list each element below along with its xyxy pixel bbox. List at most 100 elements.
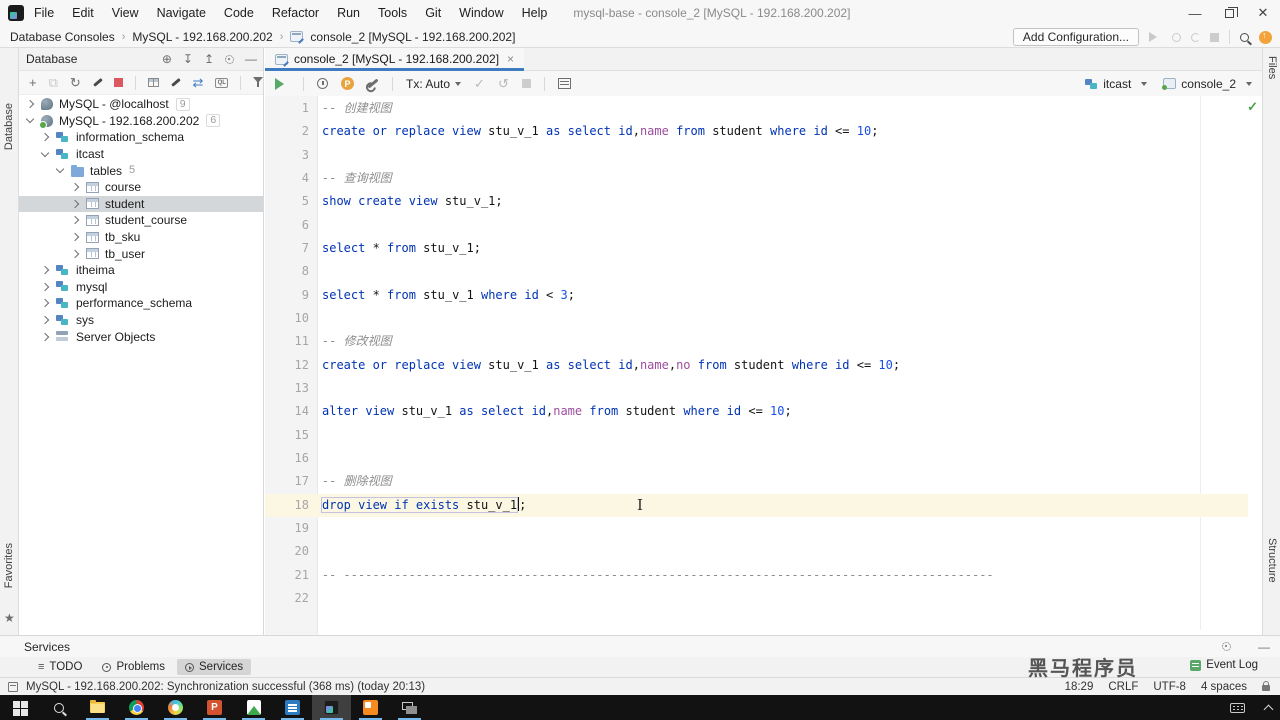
taskbar-button-monitors[interactable] (390, 695, 429, 720)
breadcrumb-item-1[interactable]: MySQL - 192.168.200.202 (132, 30, 272, 44)
menu-refactor[interactable]: Refactor (272, 6, 319, 20)
locate-icon[interactable]: ⊕ (162, 52, 172, 66)
query-console-icon[interactable]: QL (215, 77, 229, 88)
settings-gear-icon[interactable] (225, 54, 234, 64)
add-datasource-icon[interactable]: + (29, 75, 37, 90)
tree-item-student-course[interactable]: student_course (19, 212, 263, 229)
tool-window-tab-todo[interactable]: ≡ TODO (30, 659, 90, 675)
tree-item-mysql-localhost[interactable]: MySQL - @localhost 9 (19, 96, 263, 113)
line-ending[interactable]: CRLF (1108, 681, 1138, 693)
readonly-lock-icon[interactable] (1262, 681, 1270, 691)
filter-icon[interactable] (253, 77, 264, 88)
parameters-icon[interactable]: P (341, 77, 354, 90)
tree-item-course[interactable]: course (19, 179, 263, 196)
tree-item-mysql-192-168-200-202[interactable]: MySQL - 192.168.200.202 6 (19, 113, 263, 130)
tx-mode-select[interactable]: Tx: Auto (406, 77, 462, 91)
profiler-icon[interactable] (1191, 32, 1200, 42)
chevron-down-icon[interactable] (25, 115, 35, 124)
jump-to-console-icon[interactable]: ⇄ (193, 75, 204, 91)
hide-panel-icon[interactable]: — (245, 52, 257, 66)
status-message[interactable]: MySQL - 192.168.200.202: Synchronization… (26, 681, 425, 693)
services-hide-icon[interactable]: — (1258, 640, 1270, 654)
menu-file[interactable]: File (34, 6, 54, 20)
tool-window-tab-problems[interactable]: Problems (94, 659, 173, 675)
tree-item-performance-schema[interactable]: performance_schema (19, 295, 263, 312)
chevron-right-icon[interactable] (40, 315, 50, 325)
minimize-button[interactable]: — (1178, 0, 1212, 26)
event-log-button[interactable]: Event Log (1190, 659, 1258, 671)
menu-run[interactable]: Run (337, 6, 360, 20)
taskbar-button-search[interactable] (39, 695, 78, 720)
chevron-right-icon[interactable] (40, 265, 50, 275)
chevron-down-icon[interactable] (40, 148, 50, 157)
breadcrumb-item-2[interactable]: console_2 [MySQL - 192.168.200.202] (310, 30, 515, 44)
taskbar-button-chrome[interactable] (117, 695, 156, 720)
code-editor[interactable]: 1 -- 创建视图 2 create or replace view stu_v_1 … (265, 97, 1248, 610)
chevron-right-icon[interactable] (40, 133, 50, 142)
menu-navigate[interactable]: Navigate (157, 6, 206, 20)
commit-icon[interactable]: ✓ (474, 76, 485, 92)
console-selector[interactable]: console_2 (1162, 77, 1252, 91)
stop-red-icon[interactable] (114, 78, 124, 87)
stop-query-icon[interactable] (521, 79, 531, 88)
chevron-right-icon[interactable] (70, 216, 80, 225)
search-everywhere-icon[interactable] (1240, 32, 1249, 42)
update-notification-icon[interactable] (1259, 30, 1272, 44)
taskbar-button-orange[interactable] (351, 695, 390, 720)
menu-help[interactable]: Help (522, 6, 548, 20)
menu-view[interactable]: View (112, 6, 139, 20)
breadcrumb-item-0[interactable]: Database Consoles (10, 30, 115, 44)
menu-code[interactable]: Code (224, 6, 254, 20)
taskbar-button-start[interactable] (0, 695, 39, 720)
restore-button[interactable] (1212, 0, 1246, 26)
duplicate-icon[interactable]: ⧉ (49, 75, 58, 91)
tree-item-itcast[interactable]: itcast (19, 146, 263, 163)
tree-item-mysql[interactable]: mysql (19, 279, 263, 296)
tree-item-student[interactable]: student (19, 195, 263, 213)
taskbar-button-vmware[interactable] (273, 695, 312, 720)
add-configuration-button[interactable]: Add Configuration... (1012, 28, 1139, 46)
collapse-all-icon[interactable]: ↥ (204, 52, 214, 66)
database-tool-button[interactable]: Database (3, 103, 15, 150)
tree-item-information-schema[interactable]: information_schema (19, 129, 263, 146)
taskbar-button-appcircle[interactable] (156, 695, 195, 720)
menu-edit[interactable]: Edit (72, 6, 94, 20)
chevron-right-icon[interactable] (70, 183, 80, 192)
menu-window[interactable]: Window (459, 6, 503, 20)
tool-window-tab-services[interactable]: Services (177, 659, 252, 675)
taskbar-button-explorer[interactable] (78, 695, 117, 720)
menu-git[interactable]: Git (425, 6, 441, 20)
rollback-icon[interactable]: ↺ (498, 76, 509, 92)
table-data-icon[interactable] (148, 78, 159, 87)
taskbar-button-ppt[interactable]: P (195, 695, 234, 720)
favorites-tool-button[interactable]: Favorites (3, 543, 15, 588)
tree-item-itheima[interactable]: itheima (19, 262, 263, 279)
tree-item-tb-user[interactable]: tb_user (19, 245, 263, 262)
keyboard-input-icon[interactable] (1230, 702, 1245, 713)
tree-item-sys[interactable]: sys (19, 312, 263, 329)
file-encoding[interactable]: UTF-8 (1153, 681, 1186, 693)
stop-icon[interactable] (1210, 32, 1219, 42)
caret-position[interactable]: 18:29 (1065, 681, 1094, 693)
tree-item-tb-sku[interactable]: tb_sku (19, 229, 263, 246)
show-hidden-icons-chevron[interactable] (1263, 704, 1274, 714)
chevron-right-icon[interactable] (70, 232, 80, 242)
chevron-right-icon[interactable] (70, 249, 80, 258)
chevron-right-icon[interactable] (70, 199, 80, 209)
taskbar-button-imgview[interactable] (234, 695, 273, 720)
taskbar-button-datagrip[interactable] (312, 695, 351, 720)
schema-selector[interactable]: itcast (1085, 77, 1148, 91)
history-icon[interactable] (317, 78, 328, 89)
expand-all-icon[interactable]: ↧ (183, 52, 193, 66)
debug-icon[interactable] (1172, 32, 1181, 42)
indent-size[interactable]: 4 spaces (1201, 681, 1247, 693)
files-tool-button[interactable]: Files (1266, 56, 1278, 79)
run-icon[interactable] (1149, 32, 1162, 42)
chevron-right-icon[interactable] (40, 332, 50, 341)
edit-icon[interactable] (171, 78, 181, 87)
console-settings-icon[interactable] (367, 78, 379, 89)
favorites-star-icon[interactable]: ★ (4, 611, 15, 625)
tab-close-icon[interactable]: × (507, 52, 514, 66)
tree-item-tables[interactable]: tables 5 (19, 162, 263, 179)
chevron-down-icon[interactable] (55, 164, 65, 174)
